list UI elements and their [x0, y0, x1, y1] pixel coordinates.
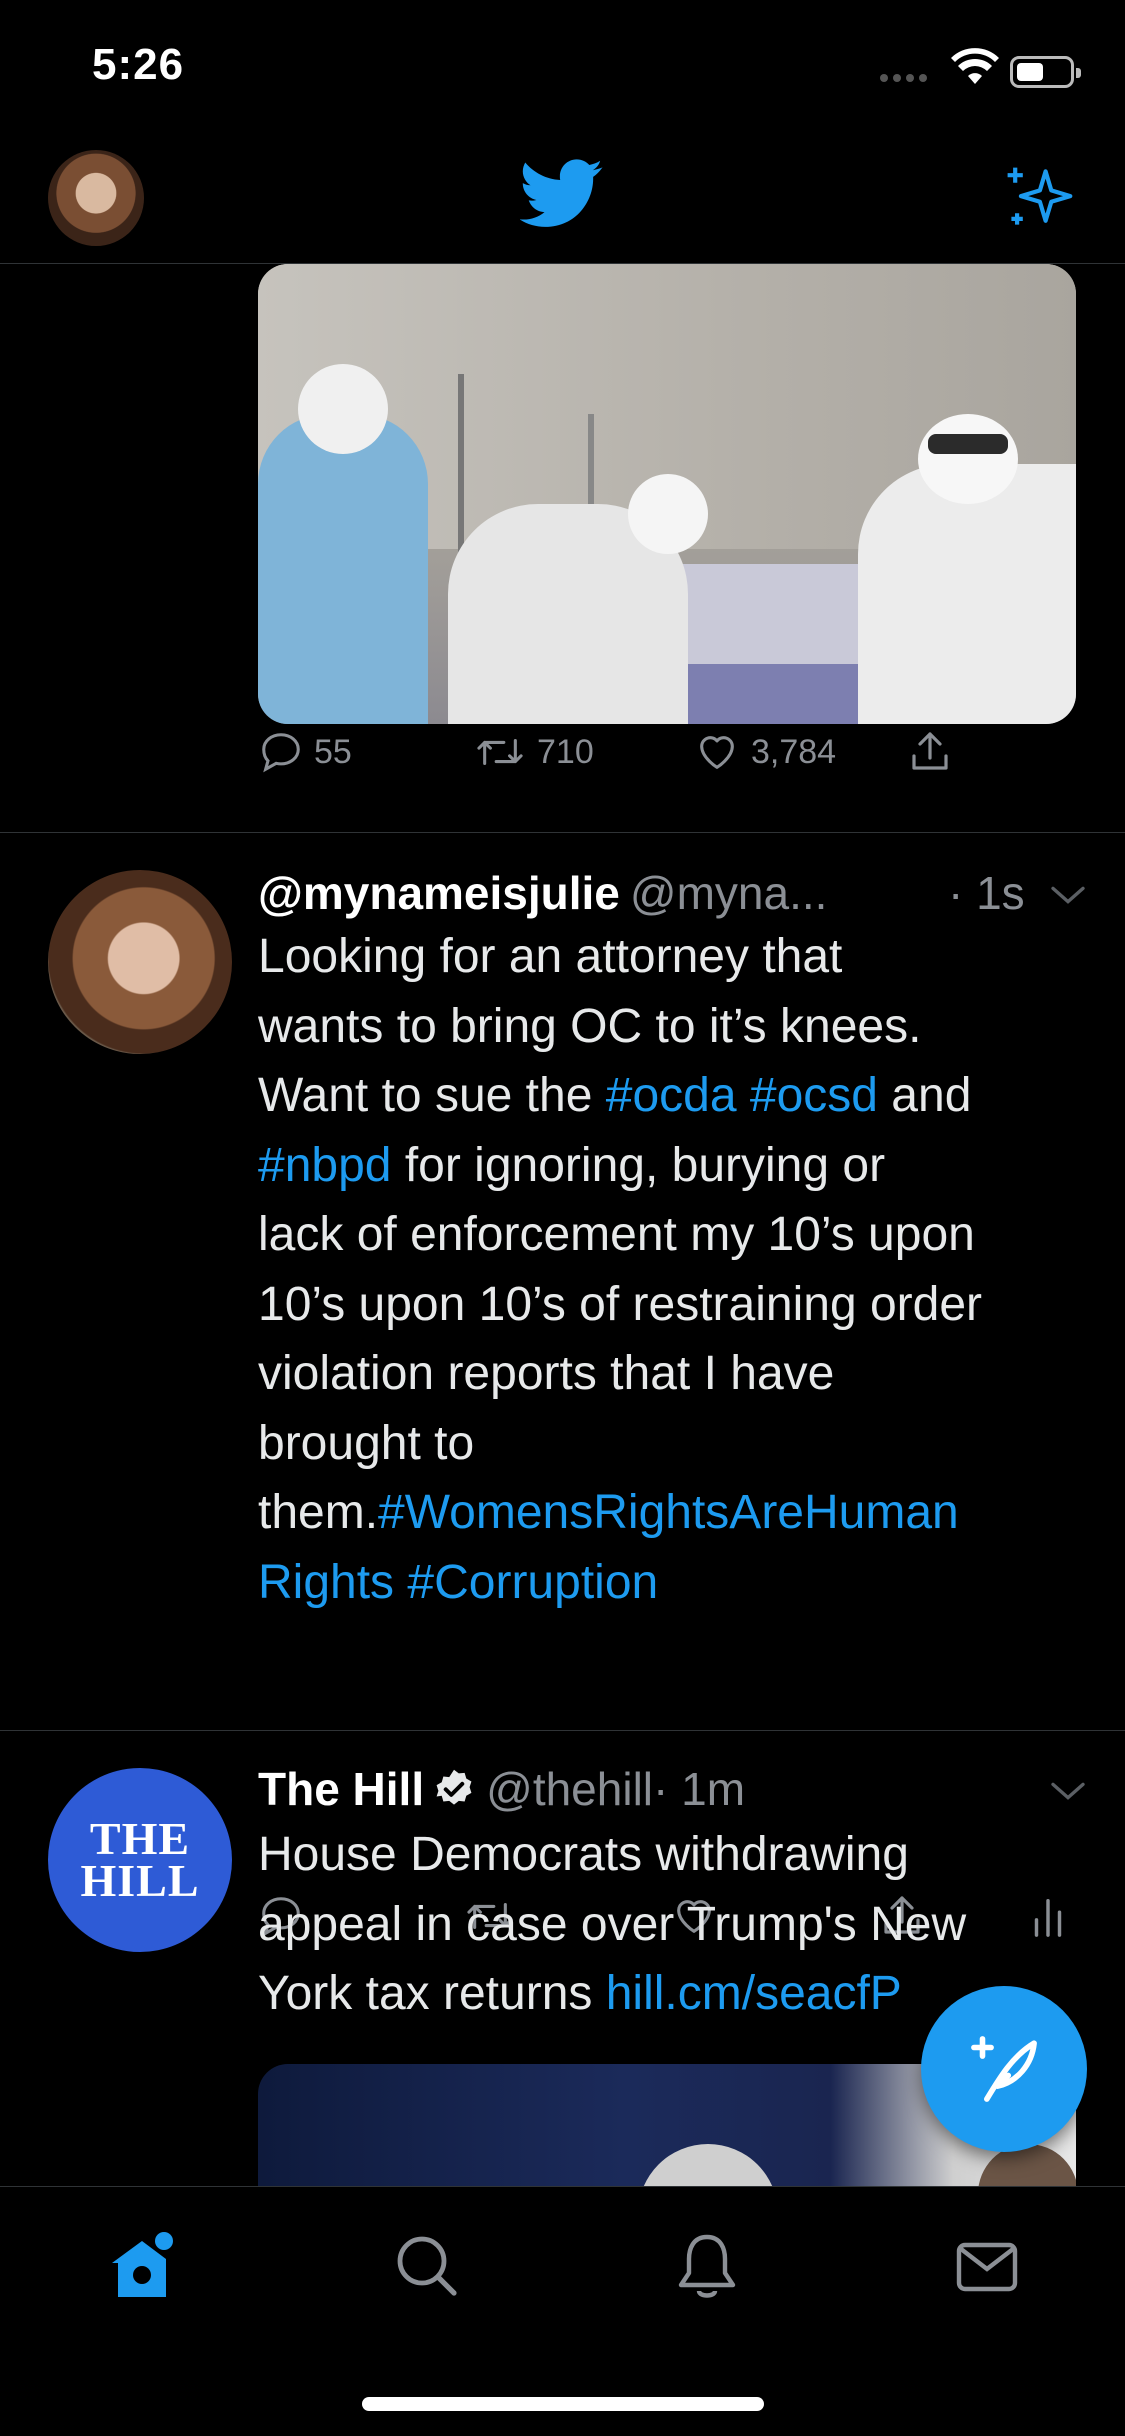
tweet-photo[interactable]	[258, 264, 1076, 724]
handle[interactable]: @thehill	[486, 1763, 653, 1815]
hashtag-link[interactable]: Rights	[258, 1556, 394, 1609]
compose-feather-icon	[971, 2036, 1037, 2102]
messages-icon	[956, 2242, 1018, 2292]
share-button[interactable]	[906, 728, 954, 776]
twitter-bird-icon[interactable]	[520, 158, 604, 230]
like-count: 3,784	[751, 732, 837, 771]
hashtag-link[interactable]: #WomensRightsAreHuman	[378, 1486, 959, 1539]
avatar-logo-text: THE	[89, 1813, 191, 1864]
chevron-down-icon[interactable]	[1048, 880, 1088, 910]
tweet-line: them.#WomensRightsAreHuman	[258, 1486, 959, 1539]
notifications-icon	[678, 2234, 736, 2298]
tweet-line: #nbpd for ignoring, burying or	[258, 1138, 886, 1192]
timeline-feed[interactable]: 55 710 3,784 @mynameisjulie @myna... · 1s…	[0, 264, 1125, 2186]
tweet-line: House Democrats withdrawing	[258, 1828, 909, 1881]
tab-notifications[interactable]	[673, 2231, 741, 2306]
reply-icon	[262, 733, 300, 773]
tweet-header: The Hill @thehill· 1m	[258, 1762, 1088, 1816]
like-button[interactable]: 3,784	[693, 729, 836, 775]
tweet-line: violation reports that I have	[258, 1347, 835, 1400]
hashtag-link[interactable]: #ocsd	[750, 1069, 878, 1122]
tweet-line: brought to	[258, 1416, 475, 1470]
search-icon	[397, 2236, 457, 2296]
verified-badge-icon	[436, 1769, 472, 1805]
status-time: 5:26	[92, 40, 185, 89]
retweet-button[interactable]: 710	[473, 729, 594, 775]
tab-home[interactable]	[108, 2231, 176, 2306]
tweet-link[interactable]: hill.cm/seacfP	[606, 1967, 902, 2020]
tweet-divider	[0, 1730, 1125, 1731]
tweet-avatar[interactable]: THE HILL	[48, 1768, 232, 1952]
tweet-time: · 1s	[948, 867, 1025, 919]
profile-avatar[interactable]	[48, 150, 144, 246]
tab-messages[interactable]	[953, 2231, 1021, 2306]
tweet-header: @mynameisjulie @myna... · 1s	[258, 866, 1088, 920]
tweet-line: appeal in case over Trump's New	[258, 1897, 967, 1951]
tweet-text: House Democrats withdrawing appeal in ca…	[258, 1820, 1078, 2029]
tweet-line: lack of enforcement my 10’s upon	[258, 1208, 975, 1261]
tweet-line: Looking for an attorney that	[258, 930, 843, 983]
retweet-icon	[477, 738, 523, 766]
wifi-icon	[951, 48, 999, 84]
tweet-time: · 1m	[653, 1763, 746, 1815]
tweet-line: Rights #Corruption	[258, 1548, 1078, 1618]
retweet-count: 710	[537, 732, 594, 771]
reply-button[interactable]: 55	[258, 729, 352, 775]
hashtag-link[interactable]: #nbpd	[258, 1139, 391, 1192]
tweet-avatar[interactable]	[48, 870, 232, 1054]
hashtag-link[interactable]: #ocda	[606, 1069, 737, 1122]
avatar-logo-text: HILL	[80, 1855, 200, 1906]
tweet-text: Looking for an attorney that wants to br…	[258, 922, 1078, 1617]
heart-icon	[700, 736, 734, 769]
top-navigation	[0, 132, 1125, 264]
share-icon	[912, 732, 948, 770]
handle[interactable]: @myna...	[630, 867, 828, 919]
battery-icon	[1010, 56, 1081, 88]
cellular-signal-icon	[880, 74, 927, 82]
display-name[interactable]: The Hill	[258, 1763, 424, 1815]
hashtag-link[interactable]: #Corruption	[407, 1556, 658, 1609]
home-icon	[112, 2232, 173, 2297]
reply-count: 55	[314, 732, 352, 771]
status-bar: 5:26	[0, 0, 1125, 132]
tweet-divider	[0, 832, 1125, 833]
tab-search[interactable]	[392, 2231, 460, 2306]
chevron-down-icon[interactable]	[1048, 1776, 1088, 1806]
sparkle-icon[interactable]	[1000, 160, 1076, 236]
compose-tweet-button[interactable]	[921, 1986, 1087, 2152]
display-name[interactable]: @mynameisjulie	[258, 867, 620, 919]
tweet-line: Want to sue the #ocda #ocsd and	[258, 1069, 972, 1122]
tweet-line: wants to bring OC to it’s knees.	[258, 999, 922, 1053]
home-indicator[interactable]	[362, 2397, 764, 2411]
tweet-line: 10’s upon 10’s of restraining order	[258, 1277, 983, 1331]
